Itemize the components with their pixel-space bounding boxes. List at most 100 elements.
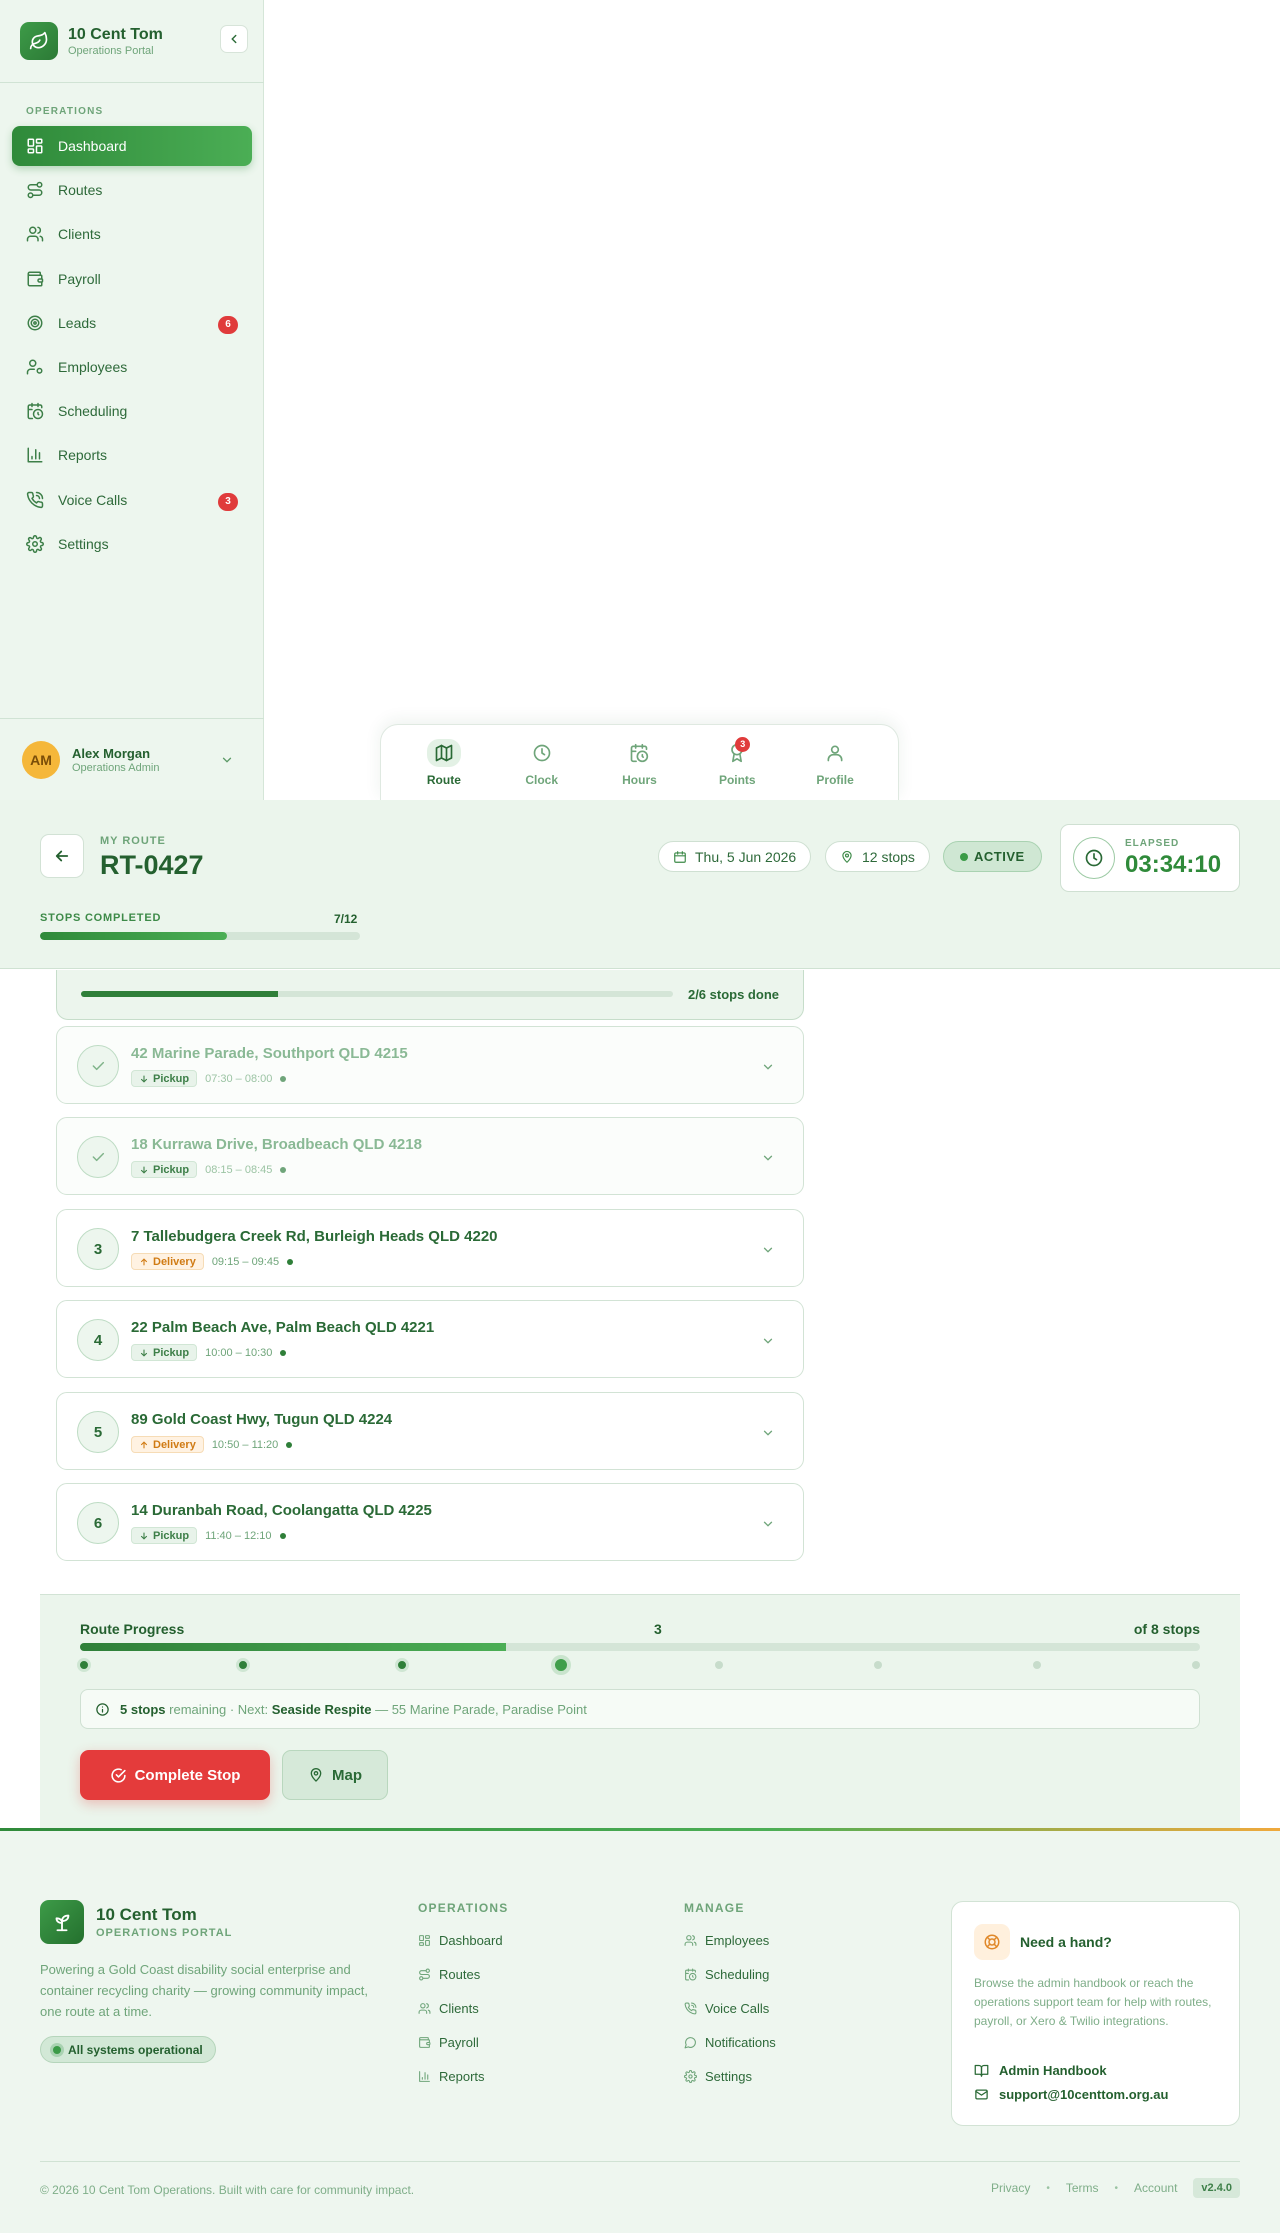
- footer-operations-title: OPERATIONS: [418, 1901, 509, 1915]
- sidebar-item-voice-calls[interactable]: Voice Calls 3: [12, 480, 252, 520]
- complete-stop-button[interactable]: Complete Stop: [80, 1750, 270, 1800]
- expand-stop-button[interactable]: [761, 1151, 775, 1165]
- route-progress-title: Route Progress: [80, 1621, 185, 1637]
- terms-link[interactable]: Terms: [1066, 2181, 1099, 2195]
- route-progress-current: 3: [654, 1621, 662, 1637]
- chevron-down-icon: [763, 1338, 773, 1344]
- expand-stop-button[interactable]: [761, 1517, 775, 1531]
- user-menu[interactable]: AM Alex Morgan Operations Admin: [22, 741, 234, 779]
- check-circle-icon: [110, 1767, 126, 1783]
- calendar-clock-icon: [685, 1968, 697, 1981]
- tab-points[interactable]: 3 Points: [702, 736, 772, 787]
- admin-handbook-label: Admin Handbook: [999, 2063, 1107, 2078]
- clock-icon: [1073, 837, 1115, 879]
- arrow-up-icon: [140, 1441, 148, 1448]
- admin-handbook-link[interactable]: Admin Handbook: [974, 2063, 1107, 2078]
- sidebar-item-scheduling[interactable]: Scheduling: [12, 391, 252, 431]
- footer-description: Powering a Gold Coast disability social …: [40, 1962, 369, 2019]
- mail-icon: [975, 2089, 988, 2100]
- stop-number-text: 5: [93, 1423, 103, 1441]
- sidebar-item-leads[interactable]: Leads 6: [12, 303, 252, 343]
- footer-link-voice-calls[interactable]: Voice Calls: [684, 2001, 769, 2016]
- separator: •: [1046, 2182, 1050, 2194]
- footer-legal-links: Privacy • Terms • Account v2.4.0: [991, 2178, 1240, 2198]
- stop-address: 18 Kurrawa Drive, Broadbeach QLD 4218: [131, 1136, 422, 1153]
- stop-type-label: Pickup: [153, 1529, 190, 1542]
- stop-address: 89 Gold Coast Hwy, Tugun QLD 4224: [131, 1411, 393, 1428]
- gear-icon: [26, 534, 44, 553]
- sidebar-item-label: Payroll: [58, 270, 101, 287]
- sidebar-item-label: Routes: [58, 182, 103, 199]
- footer-link-clients[interactable]: Clients: [418, 2001, 479, 2016]
- tab-icon-wrap: [525, 739, 559, 767]
- sidebar-item-settings[interactable]: Settings: [12, 524, 252, 564]
- sidebar-item-label: Settings: [58, 535, 109, 552]
- footer-link-employees[interactable]: Employees: [684, 1933, 769, 1948]
- calendar-icon: [674, 850, 686, 863]
- divider: [0, 718, 264, 719]
- expand-stop-button[interactable]: [761, 1334, 775, 1348]
- footer-link-label: Employees: [705, 1933, 770, 1948]
- stops-progress-fill: [81, 991, 279, 997]
- footer-link-payroll[interactable]: Payroll: [418, 2035, 479, 2050]
- stop-card[interactable]: 18 Kurrawa Drive, Broadbeach QLD 4218 Pic…: [56, 1117, 804, 1195]
- footer-link-dashboard[interactable]: Dashboard: [418, 1933, 503, 1948]
- stop-card[interactable]: 3 7 Tallebudgera Creek Rd, Burleigh Heads…: [56, 1209, 804, 1287]
- stop-card[interactable]: 5 89 Gold Coast Hwy, Tugun QLD 4224 Delive…: [56, 1392, 804, 1470]
- sidebar-item-reports[interactable]: Reports: [12, 435, 252, 475]
- tab-label: Profile: [816, 772, 854, 787]
- account-link[interactable]: Account: [1134, 2181, 1177, 2195]
- stop-card[interactable]: 4 22 Palm Beach Ave, Palm Beach QLD 4221 P…: [56, 1300, 804, 1378]
- route-header: MY ROUTE RT-0427 Thu, 5 Jun 2026 12 stop…: [0, 800, 1280, 969]
- tab-label: Points: [718, 772, 756, 787]
- arrow-up-icon: [140, 1258, 148, 1265]
- stop-number: 6: [77, 1502, 119, 1544]
- sidebar-item-employees[interactable]: Employees: [12, 347, 252, 387]
- stops-completed-fill: [40, 932, 227, 940]
- footer-link-label: Voice Calls: [705, 2001, 770, 2016]
- sidebar-item-clients[interactable]: Clients: [12, 214, 252, 254]
- privacy-link[interactable]: Privacy: [991, 2181, 1030, 2195]
- stops-progress-bar: [81, 991, 673, 997]
- footer-link-scheduling[interactable]: Scheduling: [684, 1967, 769, 1982]
- status-badge: ACTIVE: [943, 841, 1042, 872]
- footer-link-settings[interactable]: Settings: [684, 2069, 752, 2084]
- footer-link-reports[interactable]: Reports: [418, 2069, 485, 2084]
- stop-card[interactable]: 42 Marine Parade, Southport QLD 4215 Pick…: [56, 1026, 804, 1104]
- tab-route[interactable]: Route: [409, 738, 479, 787]
- footer-link-routes[interactable]: Routes: [418, 1967, 480, 1982]
- version-badge: v2.4.0: [1193, 2178, 1240, 2198]
- expand-stop-button[interactable]: [761, 1060, 775, 1074]
- sidebar-item-label: Clients: [58, 226, 101, 243]
- tab-label: Hours: [622, 772, 657, 787]
- stop-number-text: 6: [93, 1514, 103, 1532]
- system-status-badge: All systems operational: [40, 2036, 216, 2063]
- stop-type-label: Pickup: [153, 1346, 190, 1359]
- route-step-marker: [235, 1658, 250, 1672]
- divider: [0, 82, 264, 83]
- stop-number: 5: [77, 1411, 119, 1453]
- back-button[interactable]: [40, 834, 84, 878]
- tab-profile[interactable]: Profile: [800, 739, 870, 787]
- date-pill: Thu, 5 Jun 2026: [658, 841, 812, 872]
- expand-stop-button[interactable]: [761, 1426, 775, 1440]
- collapse-sidebar-button[interactable]: [220, 25, 248, 53]
- support-email-link[interactable]: support@10centtom.org.au: [974, 2087, 1168, 2102]
- tab-clock[interactable]: Clock: [507, 739, 577, 787]
- chevron-down-icon[interactable]: [220, 753, 234, 767]
- sidebar-item-dashboard[interactable]: Dashboard: [12, 126, 252, 166]
- dashboard-icon: [27, 138, 43, 154]
- sidebar: 10 Cent Tom Operations Portal OPERATIONS…: [0, 0, 264, 800]
- map-button[interactable]: Map: [282, 1750, 388, 1800]
- wallet-icon: [27, 271, 44, 287]
- sidebar-item-payroll[interactable]: Payroll: [12, 259, 252, 299]
- stop-number: [77, 1045, 119, 1087]
- tab-hours[interactable]: Hours: [604, 739, 674, 787]
- expand-stop-button[interactable]: [761, 1243, 775, 1257]
- sidebar-item-routes[interactable]: Routes: [12, 170, 252, 210]
- stop-number: 4: [77, 1319, 119, 1361]
- stop-card[interactable]: 6 14 Duranbah Road, Coolangatta QLD 4225 P…: [56, 1483, 804, 1561]
- footer-link-notifications[interactable]: Notifications: [684, 2035, 776, 2050]
- brand[interactable]: 10 Cent Tom Operations Portal: [20, 22, 163, 60]
- users-icon: [418, 2003, 431, 2014]
